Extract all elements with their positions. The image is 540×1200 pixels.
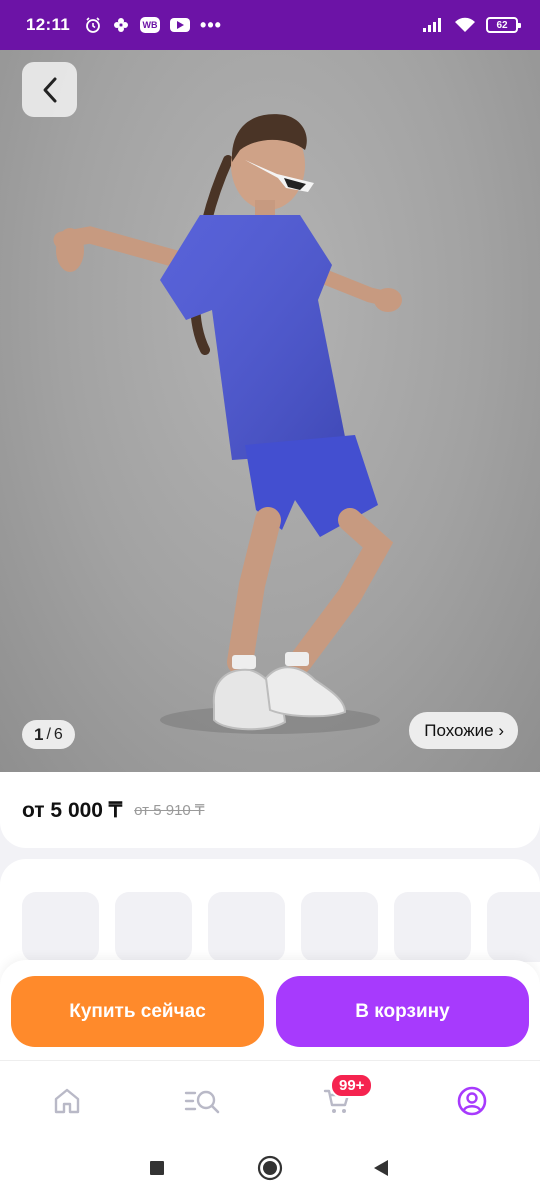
nav-profile[interactable] [452, 1081, 492, 1121]
pinwheel-icon [112, 16, 130, 34]
nav-home[interactable] [47, 1081, 87, 1121]
product-photo-image [53, 114, 402, 734]
gallery-separator: / [46, 725, 51, 743]
circle-icon [257, 1155, 283, 1181]
variant-thumbnail[interactable] [208, 892, 285, 962]
status-time: 12:11 [26, 15, 71, 34]
current-price: от 5 000 ₸ [22, 798, 123, 822]
variant-thumbnail[interactable] [394, 892, 471, 962]
back-system-button[interactable] [367, 1154, 395, 1182]
recent-apps-button[interactable] [143, 1154, 171, 1182]
similar-label: Похожие › [424, 720, 504, 740]
buy-now-button[interactable]: Купить сейчас [11, 976, 264, 1047]
add-to-cart-button[interactable]: В корзину [276, 976, 529, 1047]
youtube-icon [170, 18, 191, 32]
system-nav-bar [0, 1136, 540, 1200]
action-bar: Купить сейчас В корзину [0, 960, 540, 1060]
alarm-icon [84, 16, 102, 34]
gallery-counter: 1 / 6 [22, 720, 75, 749]
buy-now-label: Купить сейчас [69, 1000, 206, 1022]
chevron-left-icon [43, 77, 56, 102]
wifi-icon [454, 17, 476, 33]
gallery-current: 1 [34, 724, 44, 744]
status-system-icons: 62 [422, 17, 521, 33]
catalog-search-icon [184, 1090, 220, 1114]
price-card: от 5 000 ₸ от 5 910 ₸ [0, 772, 540, 848]
home-icon [54, 1088, 80, 1114]
product-photo[interactable]: 1 / 6 Похожие › [0, 50, 540, 772]
back-button[interactable] [22, 62, 77, 117]
cart-count-badge: 99+ [330, 1073, 374, 1098]
nav-catalog[interactable] [182, 1081, 222, 1121]
gallery-total: 6 [53, 725, 63, 743]
home-system-button[interactable] [256, 1154, 284, 1182]
variant-thumbnail[interactable] [487, 892, 540, 962]
variant-thumbnails [22, 892, 540, 962]
square-icon [150, 1161, 164, 1175]
more-notifications-icon: ••• [200, 14, 222, 35]
variant-thumbnail[interactable] [301, 892, 378, 962]
status-bar: 12:11 WB ••• 62 [0, 0, 540, 50]
profile-icon [457, 1086, 487, 1116]
triangle-back-icon [374, 1160, 388, 1176]
bottom-nav: 99+ [0, 1060, 540, 1136]
variant-thumbnail[interactable] [22, 892, 99, 962]
old-price: от 5 910 ₸ [134, 802, 205, 819]
battery-icon: 62 [486, 17, 521, 33]
wb-app-icon: WB [140, 17, 161, 33]
signal-icon [422, 17, 444, 33]
variant-thumbnail[interactable] [115, 892, 192, 962]
similar-button[interactable]: Похожие › [409, 712, 518, 749]
status-notification-icons: WB ••• [84, 15, 222, 36]
add-to-cart-label: В корзину [355, 1000, 450, 1022]
